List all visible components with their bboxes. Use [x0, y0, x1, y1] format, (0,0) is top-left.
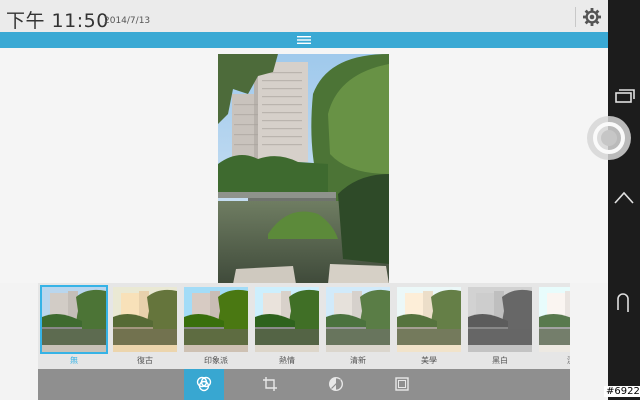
filter-thumbnail[interactable] [397, 287, 461, 352]
adjust-icon [328, 376, 344, 392]
filter-label: 無 [70, 356, 78, 365]
status-bar: 下午 11:50 2014/7/13 [0, 0, 608, 32]
nav-home-arrow-icon[interactable] [612, 186, 636, 210]
crop-tool-button[interactable] [250, 369, 290, 400]
filter-label: 印象派 [204, 356, 228, 365]
filter-thumbnail[interactable] [468, 287, 532, 352]
filter-thumbnail[interactable] [326, 287, 390, 352]
menu-icon[interactable] [296, 35, 312, 45]
filter-label: 清新 [350, 356, 366, 365]
back-icon[interactable] [612, 292, 636, 316]
crop-icon [263, 377, 277, 391]
filter-label: 復古 [137, 356, 153, 365]
frame-tool-button[interactable] [382, 369, 422, 400]
home-icon[interactable] [584, 113, 634, 163]
filter-label: 黑白 [492, 356, 508, 365]
system-nav-bar [587, 0, 640, 400]
filter-thumbnail[interactable] [40, 285, 108, 354]
filter-thumbnail[interactable] [539, 287, 570, 352]
filter-label: 漂 [539, 355, 570, 366]
watermark-label: #6922 [604, 386, 640, 397]
divider [575, 7, 576, 27]
filters-tool-button[interactable] [184, 369, 224, 400]
filter-label: 美學 [421, 356, 437, 365]
gear-icon[interactable] [582, 7, 602, 27]
filter-thumbnail[interactable] [113, 287, 177, 352]
clock-time: 下午 11:50 [6, 10, 109, 32]
clock-date: 2014/7/13 [104, 16, 151, 26]
collapse-bar[interactable] [0, 32, 608, 48]
filter-strip: 無 復古 印象派 熱情 清新 美學 黑白 漂 [38, 283, 570, 369]
filter-label: 熱情 [279, 356, 295, 365]
frame-icon [395, 377, 409, 391]
filter-thumbnail[interactable] [255, 287, 319, 352]
recents-icon[interactable] [612, 84, 636, 108]
adjust-tool-button[interactable] [316, 369, 356, 400]
photo-editor-app: 下午 11:50 2014/7/13 無 復古 印象派 熱情 清新 美學 黑白 [0, 0, 608, 400]
filters-icon [196, 376, 212, 392]
filter-thumbnail[interactable] [184, 287, 248, 352]
photo-preview [218, 54, 389, 284]
edit-toolbar [38, 369, 570, 400]
